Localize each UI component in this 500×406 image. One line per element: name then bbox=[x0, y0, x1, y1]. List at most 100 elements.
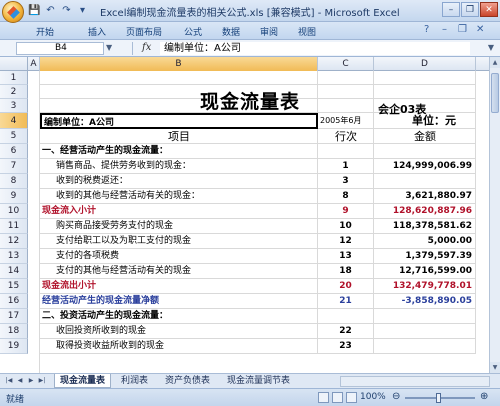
cell-row-number[interactable] bbox=[318, 99, 374, 113]
prev-sheet-icon[interactable]: ◀ bbox=[15, 376, 25, 386]
minimize-button[interactable]: – bbox=[442, 2, 460, 17]
cell-row-number[interactable]: 12 bbox=[318, 234, 374, 249]
tab-home[interactable]: 开始 bbox=[36, 25, 54, 38]
cell-row-number[interactable] bbox=[318, 309, 374, 324]
scroll-down-icon[interactable]: ▼ bbox=[490, 362, 500, 373]
cell-amount[interactable]: 1,379,597.39 bbox=[374, 249, 476, 264]
cell-item[interactable]: 现金流出小计 bbox=[40, 279, 318, 294]
cell-amount[interactable] bbox=[374, 174, 476, 189]
worksheet-grid[interactable]: 1 2 3 4 5 6 一、经营活动产生的现金流量： 7 销售商品、提供劳务收到的现金： 1 124… bbox=[0, 71, 500, 373]
column-header-d[interactable]: D bbox=[374, 57, 476, 71]
cell-amount[interactable] bbox=[374, 85, 476, 99]
cell-item[interactable]: 经营活动产生的现金流量净额 bbox=[40, 294, 318, 309]
cell-amount[interactable] bbox=[374, 71, 476, 85]
cell-item[interactable]: 支付的各项税费 bbox=[40, 249, 318, 264]
cell-amount[interactable]: 12,716,599.00 bbox=[374, 264, 476, 279]
cell-item[interactable]: 收回投资所收到的现金 bbox=[40, 324, 318, 339]
last-sheet-icon[interactable]: ▶| bbox=[37, 376, 47, 386]
cell-amount[interactable] bbox=[374, 339, 476, 354]
sheet-tab-reconciliation[interactable]: 现金流量调节表 bbox=[222, 374, 295, 388]
cell-item[interactable]: 销售商品、提供劳务收到的现金： bbox=[40, 159, 318, 174]
close-button[interactable]: ✕ bbox=[480, 2, 498, 17]
cell-item[interactable]: 取得投资收益所收到的现金 bbox=[40, 339, 318, 354]
cell-item[interactable]: 购买商品接受劳务支付的现金 bbox=[40, 219, 318, 234]
save-icon[interactable]: 💾 bbox=[28, 4, 41, 17]
cell-amount[interactable]: 124,999,006.99 bbox=[374, 159, 476, 174]
zoom-out-icon[interactable]: ⊖ bbox=[392, 391, 400, 402]
cell-row-number[interactable]: 10 bbox=[318, 219, 374, 234]
cell-item[interactable]: 一、经营活动产生的现金流量： bbox=[40, 144, 318, 159]
cell-amount[interactable]: 128,620,887.96 bbox=[374, 204, 476, 219]
vertical-scrollbar[interactable]: ▲ ▼ bbox=[489, 57, 500, 373]
row-header[interactable]: 7 bbox=[0, 159, 28, 174]
cell-row-number[interactable]: 21 bbox=[318, 294, 374, 309]
zoom-level[interactable]: 100% bbox=[360, 392, 386, 402]
row-header[interactable]: 1 bbox=[0, 71, 28, 85]
ribbon-minimize-icon[interactable]: – bbox=[442, 24, 447, 35]
row-header[interactable]: 5 bbox=[0, 129, 28, 144]
cell-item[interactable]: 现金流入小计 bbox=[40, 204, 318, 219]
first-sheet-icon[interactable]: |◀ bbox=[4, 376, 14, 386]
cell-row-number[interactable]: 22 bbox=[318, 324, 374, 339]
scroll-thumb[interactable] bbox=[491, 73, 499, 113]
ribbon-close-icon[interactable]: ✕ bbox=[476, 24, 484, 35]
row-header[interactable]: 19 bbox=[0, 339, 28, 354]
cell-row-number[interactable] bbox=[318, 85, 374, 99]
cell-item[interactable]: 收到的其他与经营活动有关的现金： bbox=[40, 189, 318, 204]
cell-row-number[interactable]: 3 bbox=[318, 174, 374, 189]
cell-item[interactable]: 支付给职工以及为职工支付的现金 bbox=[40, 234, 318, 249]
zoom-slider-thumb[interactable] bbox=[436, 393, 441, 403]
cell-amount[interactable] bbox=[374, 144, 476, 159]
cell-item[interactable]: 二、投资活动产生的现金流量： bbox=[40, 309, 318, 324]
row-header[interactable]: 15 bbox=[0, 279, 28, 294]
customize-qat-icon[interactable]: ▾ bbox=[76, 4, 89, 17]
help-icon[interactable]: ? bbox=[424, 24, 429, 35]
sheet-tab-balance[interactable]: 资产负债表 bbox=[160, 374, 215, 388]
page-break-view-icon[interactable] bbox=[346, 392, 357, 403]
name-box-dropdown-icon[interactable]: ▼ bbox=[106, 43, 112, 52]
sheet-tab-income[interactable]: 利润表 bbox=[116, 374, 153, 388]
cell-row-number[interactable]: 18 bbox=[318, 264, 374, 279]
row-header[interactable]: 6 bbox=[0, 144, 28, 159]
cell-amount[interactable]: 132,479,778.01 bbox=[374, 279, 476, 294]
cell-item[interactable] bbox=[40, 71, 318, 85]
scroll-up-icon[interactable]: ▲ bbox=[490, 57, 500, 68]
row-header[interactable]: 3 bbox=[0, 99, 28, 113]
row-header[interactable]: 12 bbox=[0, 234, 28, 249]
cell-amount[interactable]: -3,858,890.05 bbox=[374, 294, 476, 309]
cell-row-number[interactable]: 8 bbox=[318, 189, 374, 204]
cell-amount[interactable]: 5,000.00 bbox=[374, 234, 476, 249]
row-header[interactable]: 14 bbox=[0, 264, 28, 279]
cell-row-number[interactable]: 13 bbox=[318, 249, 374, 264]
cell-row-number[interactable]: 9 bbox=[318, 204, 374, 219]
normal-view-icon[interactable] bbox=[318, 392, 329, 403]
redo-icon[interactable]: ↷ bbox=[60, 4, 73, 17]
column-header-a[interactable]: A bbox=[28, 57, 40, 71]
row-header[interactable]: 18 bbox=[0, 324, 28, 339]
row-header[interactable]: 11 bbox=[0, 219, 28, 234]
cell-item[interactable]: 支付的其他与经营活动有关的现金 bbox=[40, 264, 318, 279]
cell-row-number[interactable] bbox=[318, 71, 374, 85]
row-header[interactable]: 4 bbox=[0, 113, 28, 129]
cell-amount[interactable] bbox=[374, 324, 476, 339]
cell-row-number[interactable]: 23 bbox=[318, 339, 374, 354]
expand-formula-bar-icon[interactable]: ▼ bbox=[488, 43, 494, 52]
row-header[interactable]: 13 bbox=[0, 249, 28, 264]
tab-page-layout[interactable]: 页面布局 bbox=[126, 25, 162, 38]
cell-amount[interactable] bbox=[374, 309, 476, 324]
page-layout-view-icon[interactable] bbox=[332, 392, 343, 403]
restore-button[interactable]: ❐ bbox=[461, 2, 479, 17]
zoom-in-icon[interactable]: ⊕ bbox=[480, 391, 488, 402]
column-header-c[interactable]: C bbox=[318, 57, 374, 71]
row-header[interactable]: 10 bbox=[0, 204, 28, 219]
row-header[interactable]: 8 bbox=[0, 174, 28, 189]
office-button[interactable] bbox=[2, 1, 24, 23]
select-all-corner[interactable] bbox=[0, 57, 28, 71]
formula-input[interactable]: 编制单位：A公司 bbox=[160, 42, 470, 55]
sheet-tab-cash-flow[interactable]: 现金流量表 bbox=[54, 374, 112, 388]
row-header[interactable]: 16 bbox=[0, 294, 28, 309]
row-header[interactable]: 17 bbox=[0, 309, 28, 324]
column-header-b[interactable]: B bbox=[40, 57, 318, 71]
tab-formulas[interactable]: 公式 bbox=[184, 25, 202, 38]
row-header[interactable]: 9 bbox=[0, 189, 28, 204]
